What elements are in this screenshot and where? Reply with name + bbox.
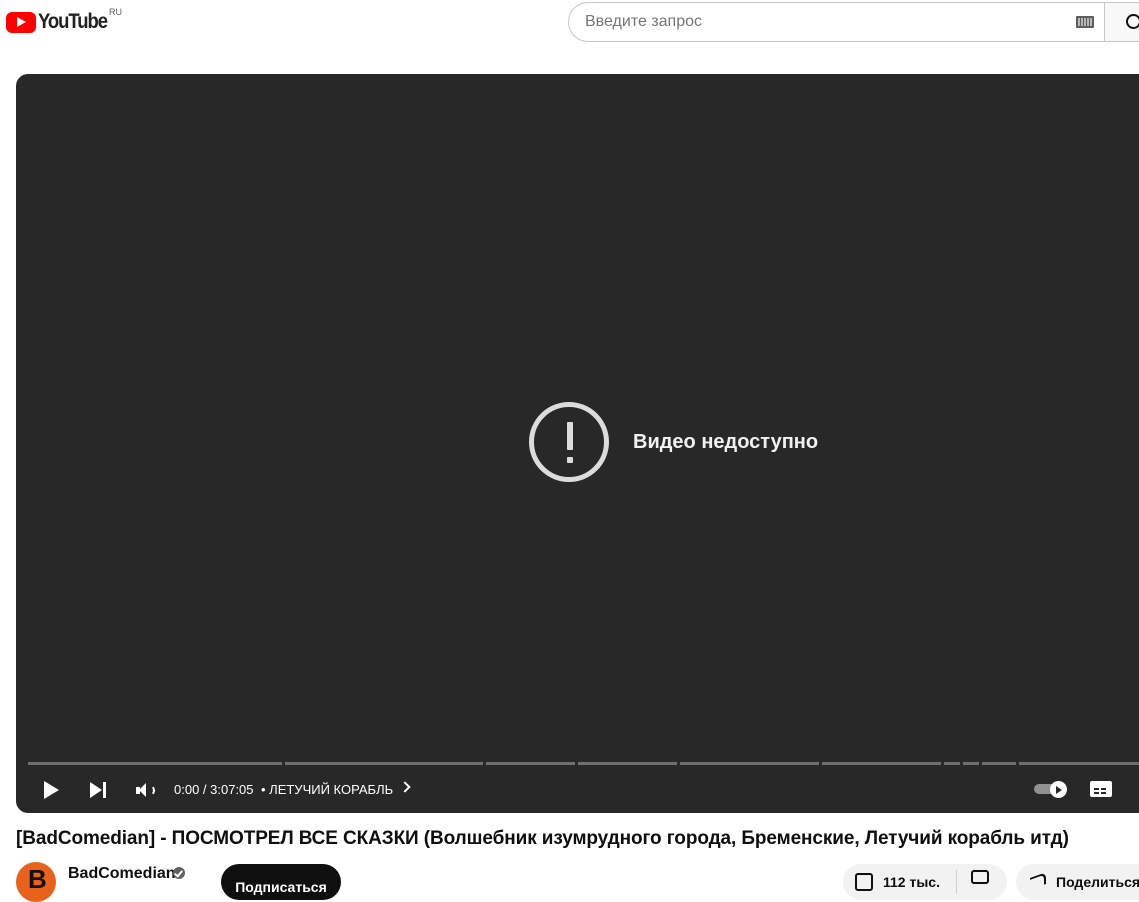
verified-icon [173,867,185,879]
subtitles-icon[interactable] [1090,781,1112,797]
channel-name[interactable]: BadComedian [68,865,176,883]
thumbs-up-icon[interactable] [855,873,873,891]
progress-bar[interactable] [28,762,1139,765]
chapter-segment[interactable] [285,762,483,765]
like-count[interactable]: 112 тыс. [883,874,940,890]
chapter-segment[interactable] [944,762,960,765]
chapter-segment[interactable] [982,762,1016,765]
chapter-segment[interactable] [1019,762,1139,765]
country-code: RU [109,7,122,17]
time-display: 0:00 / 3:07:05 [174,782,254,797]
chapter-title[interactable]: • ЛЕТУЧИЙ КОРАБЛЬ [261,782,393,797]
search-box [568,2,1108,42]
youtube-play-logo-icon [6,11,36,33]
chapter-segment[interactable] [963,762,979,765]
search-button[interactable] [1104,2,1139,42]
channel-avatar[interactable] [16,862,56,902]
player-controls: 0:00 / 3:07:05 • ЛЕТУЧИЙ КОРАБЛЬ [16,774,1139,804]
error-message: Видео недоступно [633,430,819,453]
search-icon [1126,14,1139,29]
search-input[interactable] [569,3,1049,41]
video-player[interactable]: Видео недоступно 0:00 / 3:07:05 • ЛЕТУЧИ… [16,74,1139,813]
chapter-segment[interactable] [28,762,282,765]
chapter-segment[interactable] [822,762,941,765]
share-icon [1030,872,1046,890]
logo-text: YouTube [38,10,108,33]
alert-circle-icon [529,402,609,482]
share-button[interactable]: Поделиться [1016,864,1139,900]
chapter-segment[interactable] [486,762,575,765]
chapter-segment[interactable] [680,762,819,765]
video-title: [BadComedian] - ПОСМОТРЕЛ ВСЕ СКАЗКИ (Во… [16,828,1069,849]
next-icon[interactable] [16,774,106,804]
autoplay-toggle[interactable] [1034,781,1068,798]
divider [956,870,957,894]
chapter-segment[interactable] [578,762,677,765]
thumbs-down-icon[interactable] [971,870,989,884]
youtube-logo[interactable]: YouTube RU [6,7,122,34]
keyboard-icon[interactable] [1076,16,1094,28]
masthead: YouTube RU [0,0,1139,48]
volume-icon[interactable] [136,782,156,798]
error-overlay: Видео недоступно [529,402,818,482]
like-dislike-group: 112 тыс. [843,864,1007,900]
subscribe-button[interactable]: Подписаться [221,864,341,900]
share-label: Поделиться [1056,874,1139,890]
chevron-right-icon[interactable] [399,781,411,793]
